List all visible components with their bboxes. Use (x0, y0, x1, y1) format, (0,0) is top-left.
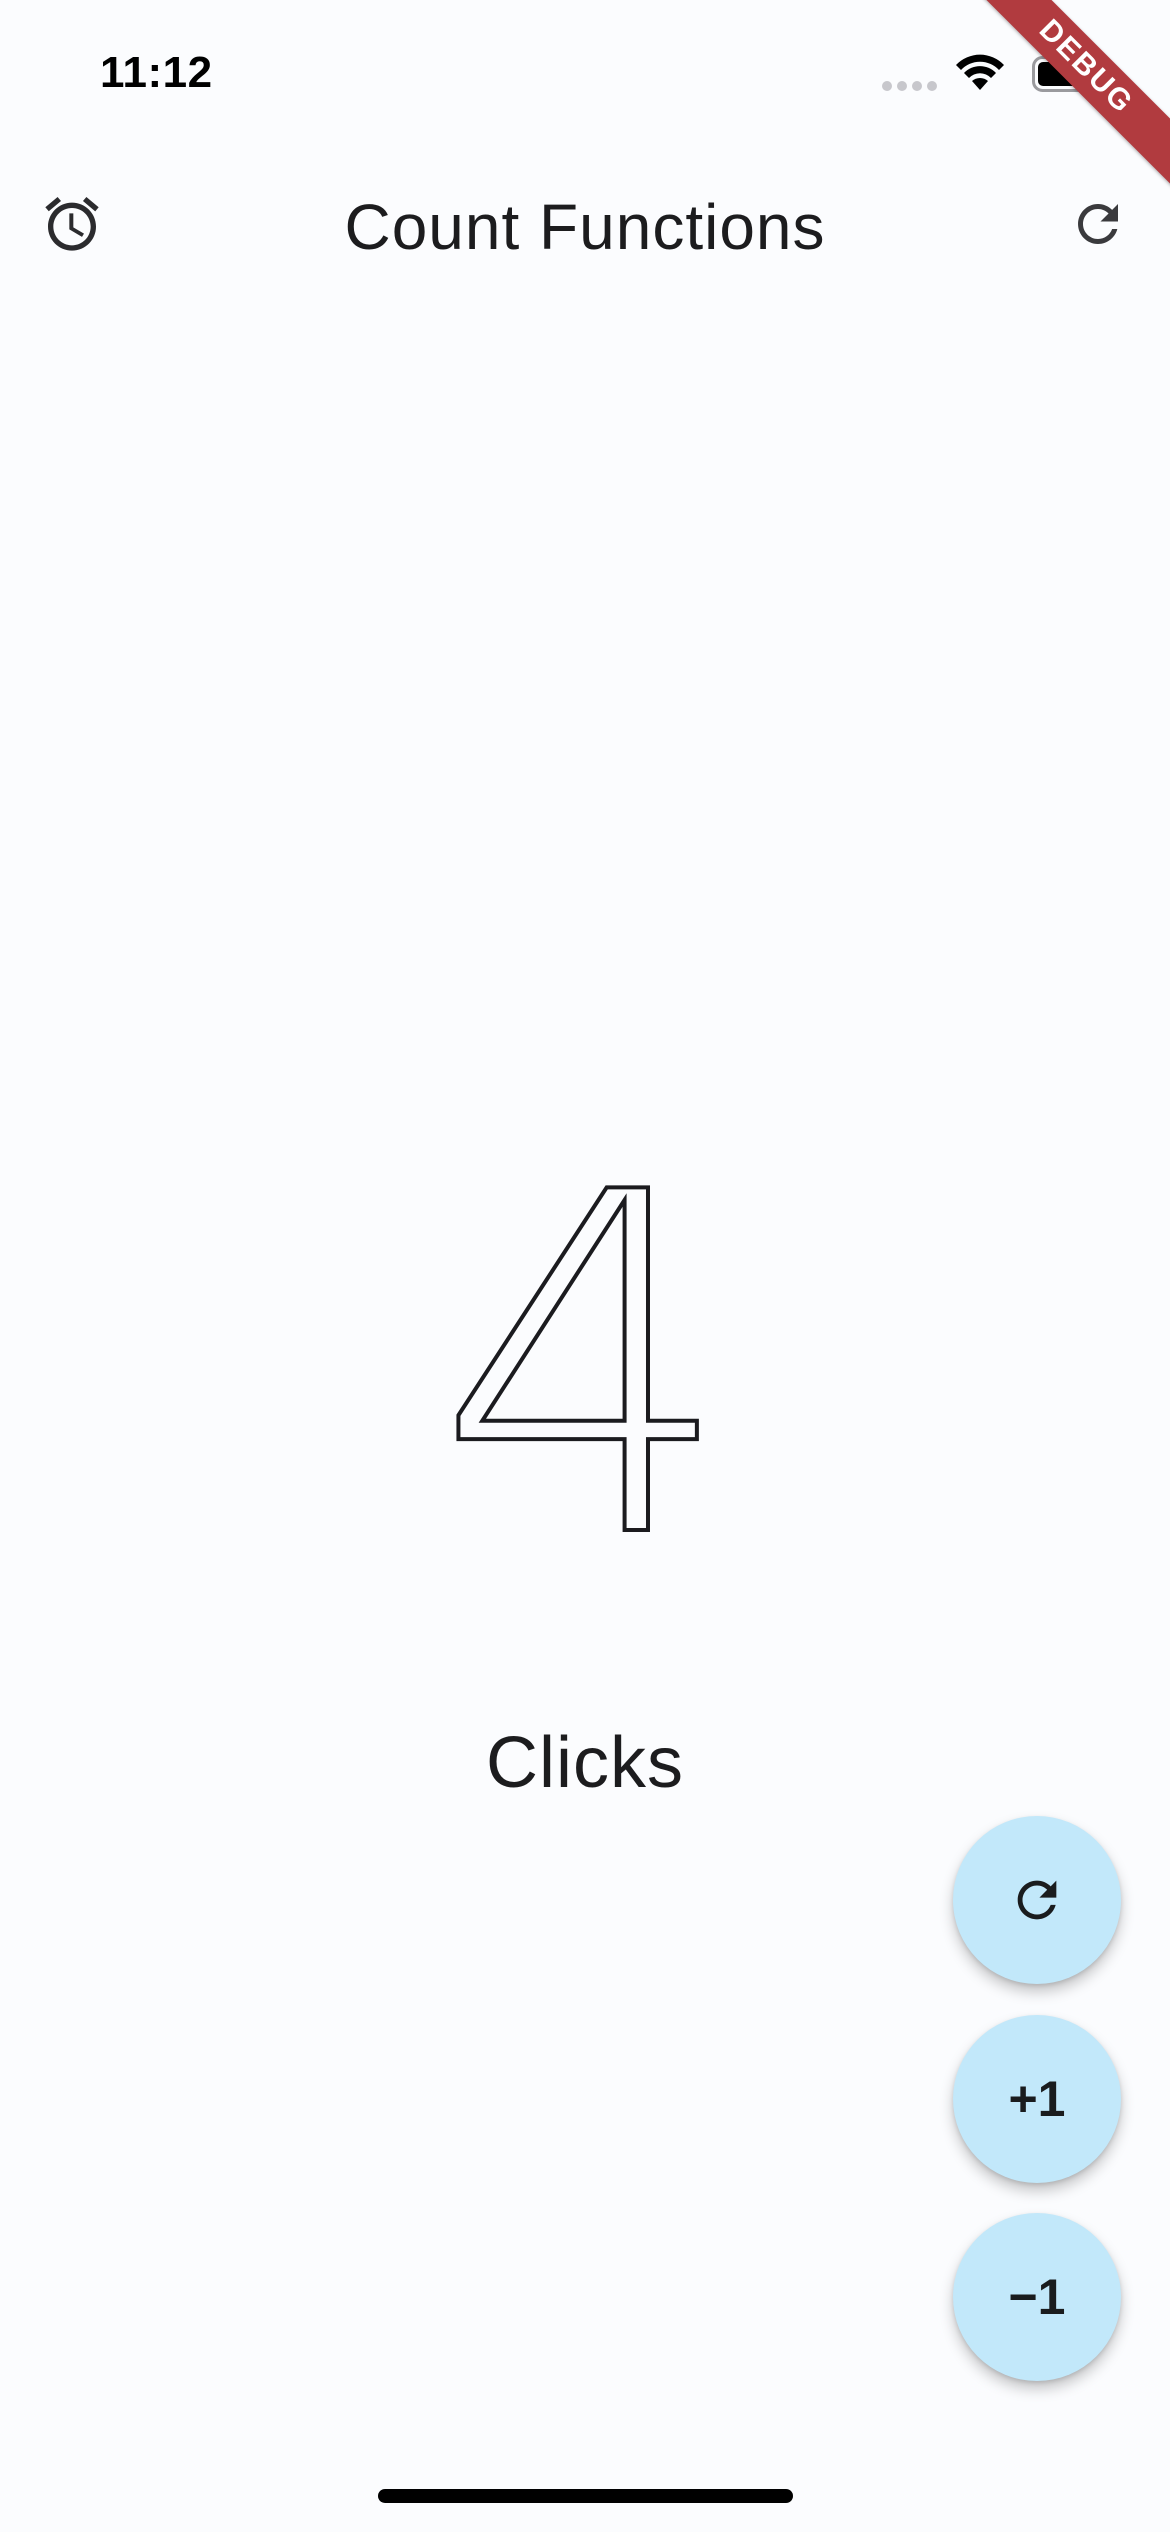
counter-value-text: 4 (435, 1180, 734, 1560)
app-bar: Count Functions (0, 170, 1170, 280)
page-title: Count Functions (344, 191, 826, 263)
refresh-icon (1017, 1880, 1057, 1920)
reset-fab[interactable] (953, 1816, 1121, 1984)
battery-icon (1032, 56, 1103, 92)
counter-value: 4 (435, 1180, 735, 1560)
counter-display: 4 (0, 1180, 1170, 1560)
increment-label: +1 (1008, 2071, 1066, 2127)
refresh-icon (1078, 204, 1118, 244)
cellular-signal-icon (882, 81, 937, 91)
refresh-button[interactable] (1050, 176, 1146, 272)
status-bar: 11:12 (0, 0, 1170, 140)
increment-fab[interactable]: +1 (953, 2015, 1121, 2183)
app-screen: 11:12 Count Functions 4 Clicks +1 −1 DEB… (0, 0, 1170, 2532)
status-time: 11:12 (100, 48, 213, 97)
decrement-label: −1 (1008, 2269, 1066, 2325)
wifi-icon (956, 54, 1004, 90)
home-indicator (378, 2489, 793, 2503)
counter-label: Clicks (486, 1723, 684, 1803)
decrement-fab[interactable]: −1 (953, 2213, 1121, 2381)
